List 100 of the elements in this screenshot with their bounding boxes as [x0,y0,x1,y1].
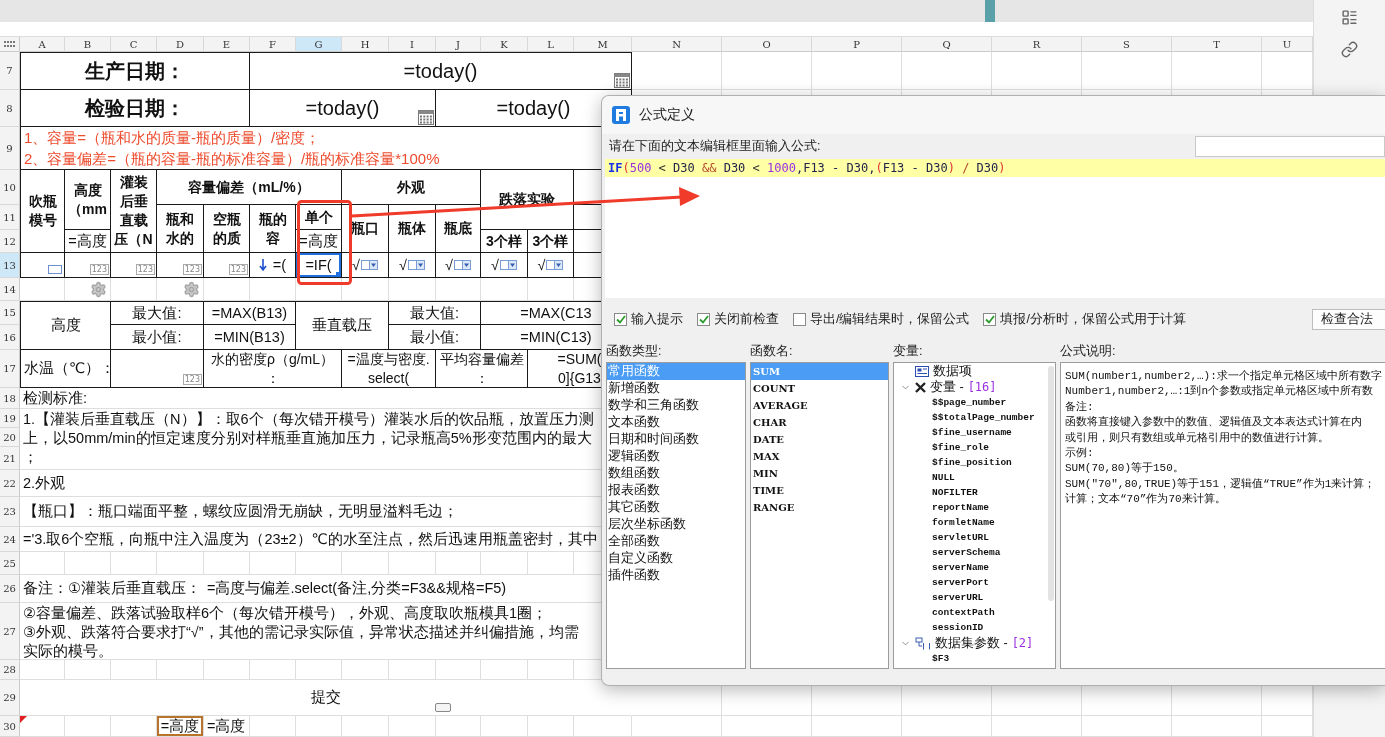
grid-cell[interactable] [20,552,65,575]
list-item[interactable]: 其它函数 [607,499,745,516]
gear-icon[interactable] [90,280,107,298]
column-header[interactable]: P [812,37,902,52]
list-item[interactable]: 日期和时间函数 [607,431,745,448]
row-header[interactable]: 22 [0,470,20,497]
grid-cell[interactable] [111,278,157,301]
table-cell[interactable]: 外观 [342,170,481,205]
row-header[interactable]: 7 [0,52,20,90]
grid-cell[interactable] [812,52,902,90]
grid-cell[interactable] [157,660,204,680]
column-header[interactable]: O [722,37,812,52]
list-item[interactable]: DATE [751,431,888,448]
column-header[interactable]: I [389,37,436,52]
dropdown-icon[interactable] [500,260,517,270]
grid-cell[interactable] [1172,716,1262,737]
calendar-icon[interactable] [418,110,434,125]
table-cell[interactable]: =today() [250,90,436,127]
grid-icon[interactable] [3,40,16,48]
grid-cell[interactable] [296,552,342,575]
column-header[interactable]: C [111,37,157,52]
column-header[interactable]: A [20,37,65,52]
list-item[interactable]: 全部函数 [607,533,745,550]
tree-item[interactable]: NOFILTER [932,487,978,498]
grid-cell[interactable] [342,716,389,737]
table-cell[interactable]: 瓶口 [342,205,389,253]
list-item[interactable]: 自定义函数 [607,550,745,567]
grid-cell[interactable] [436,716,481,737]
tree-item[interactable]: contextPath [932,607,995,618]
checkbox[interactable] [983,312,997,326]
table-cell[interactable]: =today() [250,52,632,90]
table-cell[interactable]: 最小值: [389,325,481,350]
grid-cell[interactable] [992,52,1082,90]
table-cell[interactable]: 123 [65,253,111,278]
grid-cell[interactable] [204,278,250,301]
table-cell[interactable]: 垂直载压 [296,301,389,350]
row-header[interactable]: 27 [0,603,20,660]
grid-cell[interactable] [1172,52,1262,90]
grid-cell[interactable] [250,552,296,575]
checkbox[interactable] [614,312,627,326]
list-item[interactable]: 数学和三角函数 [607,397,745,414]
row-header[interactable]: 15 [0,301,20,325]
grid-cell[interactable] [342,278,389,301]
list-item[interactable]: 插件函数 [607,567,745,584]
row-header[interactable]: 8 [0,90,20,127]
dropdown-icon[interactable] [454,260,471,270]
table-cell[interactable]: 平均容量偏差 ： [436,350,528,388]
grid-cell[interactable] [296,660,342,680]
list-item[interactable]: 数组函数 [607,465,745,482]
column-header[interactable]: B [65,37,111,52]
row-header[interactable]: 29 [0,680,20,716]
gear-icon[interactable] [182,280,200,298]
table-cell[interactable]: 容量偏差（mL/%） [157,170,342,205]
row-header[interactable]: 20 [0,428,20,447]
list-item[interactable]: 文本函数 [607,414,745,431]
grid-cell[interactable] [389,552,436,575]
grid-cell[interactable] [157,552,204,575]
list-item[interactable]: COUNT [751,380,888,397]
tree-item[interactable]: $$page_number [932,397,1007,408]
table-cell[interactable]: =MAX(B13) [204,301,296,325]
row-header[interactable]: 24 [0,527,20,552]
column-header[interactable]: L [528,37,574,52]
row-header[interactable]: 13 [0,253,20,278]
grid-cell[interactable] [632,52,722,90]
list-item[interactable]: 逻辑函数 [607,448,745,465]
grid-cell[interactable] [389,716,436,737]
tree-item[interactable]: formletName [932,517,995,528]
table-cell[interactable]: 最大值: [389,301,481,325]
row-header[interactable]: 30 [0,716,20,737]
grid-cell[interactable] [111,716,157,737]
grid-cell[interactable] [722,52,812,90]
grid-cell[interactable] [902,716,992,737]
list-item[interactable]: TIME [751,482,888,499]
table-cell[interactable]: 高度 [20,301,111,350]
table-cell[interactable]: 水的密度ρ（g/mL） ： [204,350,342,388]
row-header[interactable]: 28 [0,660,20,680]
table-cell[interactable]: 最大值: [111,301,204,325]
grid-cell[interactable] [812,716,902,737]
grid-cell[interactable] [296,278,342,301]
tree-item[interactable]: reportName [932,502,989,513]
grid-cell[interactable] [902,52,992,90]
grid-cell[interactable] [111,552,157,575]
column-header[interactable]: J [436,37,481,52]
row-header[interactable]: 14 [0,278,20,301]
table-cell[interactable]: 123 [111,253,157,278]
table-cell[interactable]: 瓶和水的 [157,205,204,253]
row-header[interactable]: 9 [0,127,20,170]
table-cell[interactable]: 瓶的容 [250,205,296,253]
grid-cell[interactable] [204,552,250,575]
tree-item[interactable]: servletURL [932,532,989,543]
grid-cell[interactable] [111,660,157,680]
grid-cell[interactable] [574,716,632,737]
grid-cell[interactable] [528,278,574,301]
table-cell[interactable]: 123 [157,253,204,278]
grid-cell[interactable] [481,660,528,680]
table-cell[interactable]: 3个样 [481,230,528,253]
column-header[interactable]: R [992,37,1082,52]
grid-cell[interactable] [389,660,436,680]
grid-cell[interactable] [436,552,481,575]
grid-cell[interactable] [481,716,528,737]
